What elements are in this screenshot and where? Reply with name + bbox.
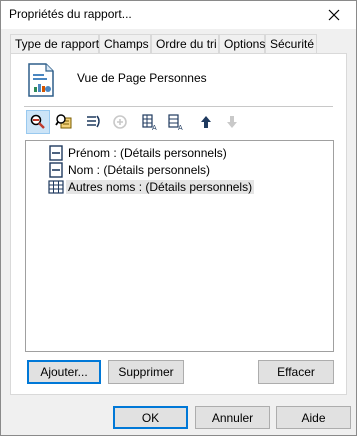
add-circle-button[interactable] (108, 110, 132, 134)
svg-text:A: A (152, 125, 157, 131)
add-button-label: Ajouter... (40, 365, 88, 379)
help-button-label: Aide (301, 410, 326, 425)
table-column-a-button[interactable]: A (138, 110, 162, 134)
cancel-button-label: Annuler (211, 410, 254, 425)
svg-text:A: A (178, 125, 183, 131)
report-document-icon (27, 63, 55, 100)
add-button[interactable]: Ajouter... (27, 360, 101, 384)
remove-button-label: Supprimer (118, 365, 174, 379)
remove-button[interactable]: Supprimer (108, 360, 184, 384)
tab-label: Champs (104, 37, 149, 51)
tab-label: Options (224, 37, 266, 51)
report-properties-dialog: Propriétés du rapport... Type de rapport… (0, 0, 357, 436)
add-circle-icon (113, 115, 127, 129)
tab-options[interactable]: Options (219, 34, 265, 54)
tab-sort-order[interactable]: Ordre du tri (151, 34, 219, 54)
field-a-icon: A (168, 114, 183, 131)
search-data-icon (55, 114, 72, 129)
tab-label: Sécurité (270, 37, 315, 51)
field-label: Prénom : (Détails personnels) (68, 145, 227, 160)
table-icon (48, 179, 64, 194)
help-button[interactable]: Aide (276, 406, 351, 429)
tab-report-type[interactable]: Type de rapport (10, 34, 99, 54)
move-down-icon (227, 116, 237, 128)
ok-button[interactable]: OK (113, 406, 188, 429)
clear-button-label: Effacer (277, 365, 315, 379)
tab-security[interactable]: Sécurité (265, 34, 317, 54)
field-label: Nom : (Détails personnels) (68, 162, 211, 177)
tab-panel: Vue de Page Personnes A A Prénom: (Déta… (10, 53, 347, 395)
align-right-button[interactable] (82, 110, 106, 134)
search-data-button[interactable] (52, 110, 76, 134)
field-label: Autres noms : (Détails personnels) (66, 179, 255, 194)
search-fields-button[interactable] (26, 110, 50, 134)
move-up-icon (201, 116, 211, 128)
fields-list[interactable]: Prénom : (Détails personnels) Nom : (Dét… (25, 140, 334, 352)
title-bar: Propriétés du rapport... (1, 1, 356, 29)
table-column-a-icon: A (142, 114, 157, 131)
report-name: Vue de Page Personnes (77, 71, 207, 85)
divider (24, 106, 333, 107)
move-up-button[interactable] (194, 110, 218, 134)
tab-fields[interactable]: Champs (99, 34, 151, 54)
window-title: Propriétés du rapport... (9, 7, 132, 21)
list-item[interactable]: Prénom : (Détails personnels) (48, 144, 229, 161)
field-icon (49, 161, 63, 178)
close-button[interactable] (312, 1, 356, 29)
list-item[interactable]: Autres noms : (Détails personnels) (48, 178, 255, 195)
search-fields-icon (30, 114, 45, 129)
tab-label: Type de rapport (15, 37, 100, 51)
tab-label: Ordre du tri (156, 37, 217, 51)
field-icon (49, 144, 63, 161)
clear-button[interactable]: Effacer (258, 360, 334, 384)
cancel-button[interactable]: Annuler (195, 406, 270, 429)
ok-button-label: OK (141, 410, 160, 425)
list-item[interactable]: Nom : (Détails personnels) (48, 161, 212, 178)
field-a-button[interactable]: A (164, 110, 188, 134)
close-icon (328, 9, 340, 21)
move-down-button[interactable] (220, 110, 244, 134)
align-right-icon (87, 115, 100, 128)
